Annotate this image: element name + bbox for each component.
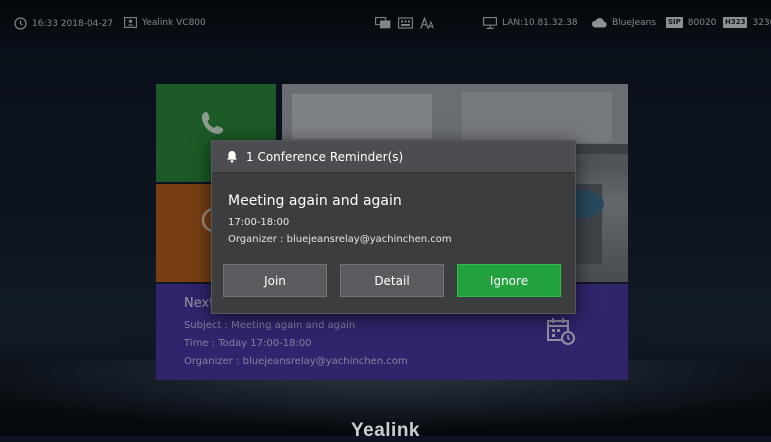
cloud-icon [591, 17, 607, 28]
next-meeting-time: Time : Today 17:00-18:00 [184, 338, 312, 349]
sip-status: SIP 80020 [666, 17, 716, 28]
keyboard-icon [398, 17, 413, 29]
network-icon [483, 17, 497, 29]
next-meeting-title: Next [184, 296, 215, 311]
cloud-status: BlueJeans [591, 17, 656, 28]
join-button[interactable]: Join [223, 264, 327, 297]
meeting-time: 17:00-18:00 [228, 217, 290, 228]
lan-status: LAN:10.81.32.38 [483, 17, 578, 29]
status-bar: 16:33 2018-04-27 Yealink VC800 LAN:10.81… [0, 0, 771, 46]
clock-text: 16:33 2018-04-27 [32, 18, 114, 29]
cloud-text: BlueJeans [612, 17, 657, 28]
detail-button[interactable]: Detail [340, 264, 444, 297]
dialog-header-text: 1 Conference Reminder(s) [246, 149, 404, 164]
brand-logo: Yealink [351, 420, 420, 441]
status-icons [375, 17, 435, 29]
device-name-text: Yealink VC800 [142, 17, 206, 28]
phone-icon [198, 108, 228, 138]
lan-text: LAN:10.81.32.38 [502, 18, 578, 28]
font-size-icon [420, 17, 435, 29]
sip-number: 80020 [687, 17, 717, 28]
dialog-header: 1 Conference Reminder(s) [212, 141, 575, 173]
h323-badge: H323 [723, 17, 748, 28]
clock-icon [14, 17, 27, 30]
bell-icon [226, 150, 238, 163]
calendar-clock-icon [546, 316, 576, 346]
screen-share-icon [375, 17, 391, 29]
h323-number: 32306 [752, 17, 771, 28]
h323-status: H323 32306 [723, 17, 771, 28]
clock: 16:33 2018-04-27 [14, 17, 113, 30]
dialog-body: Meeting again and again 17:00-18:00 Orga… [212, 173, 575, 245]
contact-card-icon [124, 17, 137, 28]
ignore-button[interactable]: Ignore [457, 264, 561, 297]
sip-badge: SIP [666, 17, 683, 28]
meeting-organizer: Organizer : bluejeansrelay@yachinchen.co… [228, 234, 452, 245]
next-meeting-subject: Subject : Meeting again and again [184, 320, 356, 331]
next-meeting-organizer: Organizer : bluejeansrelay@yachinchen.co… [184, 356, 408, 367]
conference-reminder-dialog: 1 Conference Reminder(s) Meeting again a… [211, 140, 576, 314]
meeting-title: Meeting again and again [228, 193, 402, 209]
device-name: Yealink VC800 [124, 17, 206, 28]
